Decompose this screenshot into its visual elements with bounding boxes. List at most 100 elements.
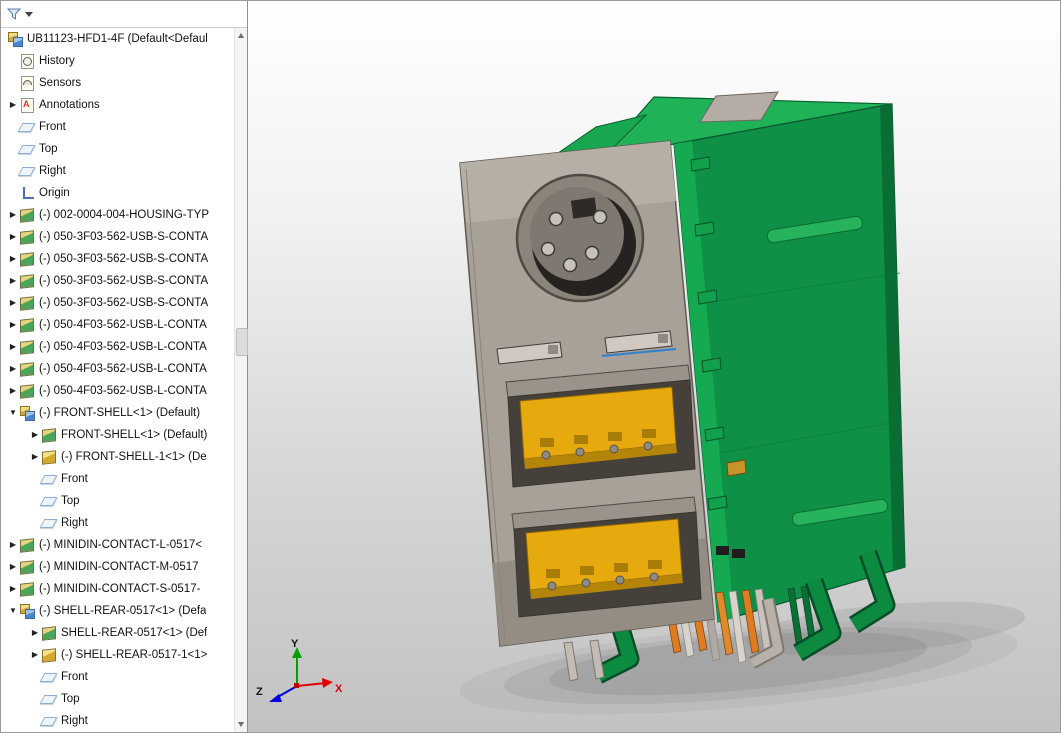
gold-contact-tab [726,459,747,477]
tree-item-shell-rear[interactable]: (-) SHELL-REAR-0517<1> (Defa [1,600,247,622]
tree-item-usb-contact[interactable]: (-) 050-3F03-562-USB-S-CONTA [1,226,247,248]
tree-item-minidin-contact[interactable]: (-) MINIDIN-CONTACT-S-0517- [1,578,247,600]
tree-item-origin[interactable]: Origin [1,182,247,204]
tree-item-label: (-) MINIDIN-CONTACT-L-0517< [39,539,203,551]
tree-item-sensors[interactable]: Sensors [1,72,247,94]
tree-item-usb-contact[interactable]: (-) 050-4F03-562-USB-L-CONTA [1,336,247,358]
tree-item-label: Right [39,165,66,177]
feature-manager-panel: UB11123-HFD1-4F (Default<Defaul History … [1,1,248,732]
expand-arrow[interactable] [29,644,41,666]
tree-item-right-plane[interactable]: Right [1,512,247,534]
model-3d[interactable]: Y X Z [248,1,1061,733]
expand-arrow[interactable] [7,270,19,292]
solidworks-window: UB11123-HFD1-4F (Default<Defaul History … [0,0,1061,733]
tree-item-usb-contact[interactable]: (-) 050-4F03-562-USB-L-CONTA [1,380,247,402]
tree-item-label: Top [61,693,80,705]
tree-item-label: Front [61,473,88,485]
filter-funnel-icon[interactable] [6,6,22,22]
subassembly-icon [41,449,58,465]
scroll-up-button[interactable] [235,29,248,42]
expand-arrow[interactable] [7,314,19,336]
part-icon [41,427,58,443]
tree-item-label: Right [61,715,88,727]
part-icon [19,317,36,333]
tree-item-top-plane[interactable]: Top [1,138,247,160]
scroll-down-button[interactable] [235,718,248,731]
expand-arrow[interactable] [7,226,19,248]
tree-item-label: History [39,55,75,67]
tree-item-front-plane[interactable]: Front [1,666,247,688]
expand-arrow[interactable] [7,248,19,270]
expand-arrow[interactable] [7,336,19,358]
part-icon [19,273,36,289]
expand-arrow[interactable] [29,424,41,446]
tree-root-label: UB11123-HFD1-4F (Default<Defaul [27,33,208,45]
tree-item-housing[interactable]: (-) 002-0004-004-HOUSING-TYP [1,204,247,226]
plane-icon [41,713,58,729]
feature-tree: UB11123-HFD1-4F (Default<Defaul History … [1,28,247,732]
tree-item-usb-contact[interactable]: (-) 050-3F03-562-USB-S-CONTA [1,248,247,270]
minidin-port[interactable] [515,173,645,303]
expand-arrow[interactable] [29,622,41,644]
expand-arrow[interactable] [29,446,41,468]
tree-item-front-plane[interactable]: Front [1,116,247,138]
tree-item-shell-rear-part[interactable]: SHELL-REAR-0517<1> (Def [1,622,247,644]
tree-item-label: (-) 050-4F03-562-USB-L-CONTA [39,341,207,353]
part-icon [19,251,36,267]
plane-icon [41,691,58,707]
tree-item-right-plane[interactable]: Right [1,160,247,182]
tree-item-label: (-) MINIDIN-CONTACT-M-0517 [39,561,199,573]
part-icon [19,537,36,553]
tree-item-usb-contact[interactable]: (-) 050-3F03-562-USB-S-CONTA [1,292,247,314]
origin-icon [19,185,36,201]
tree-item-label: (-) 050-4F03-562-USB-L-CONTA [39,385,207,397]
part-icon [19,559,36,575]
tree-item-right-plane[interactable]: Right [1,710,247,732]
tree-item-usb-contact[interactable]: (-) 050-4F03-562-USB-L-CONTA [1,314,247,336]
subassembly-icon [41,647,58,663]
tree-item-usb-contact[interactable]: (-) 050-3F03-562-USB-S-CONTA [1,270,247,292]
tree-item-label: Origin [39,187,70,199]
tree-item-front-plane[interactable]: Front [1,468,247,490]
tree-item-label: (-) FRONT-SHELL<1> (Default) [39,407,201,419]
tree-item-label: (-) 050-4F03-562-USB-L-CONTA [39,319,207,331]
usb-port-upper[interactable] [505,364,696,488]
tree-item-front-shell-part[interactable]: FRONT-SHELL<1> (Default) [1,424,247,446]
tree-item-annotations[interactable]: Annotations [1,94,247,116]
tree-item-front-shell[interactable]: (-) FRONT-SHELL<1> (Default) [1,402,247,424]
tree-item-label: Top [39,143,58,155]
tree-item-shell-rear-sub[interactable]: (-) SHELL-REAR-0517-1<1> [1,644,247,666]
expand-arrow[interactable] [7,556,19,578]
expand-arrow[interactable] [7,380,19,402]
expand-arrow[interactable] [7,534,19,556]
tree-item-top-plane[interactable]: Top [1,490,247,512]
expand-arrow[interactable] [7,292,19,314]
graphics-area[interactable]: Y X Z [248,1,1061,733]
part-icon [19,229,36,245]
usb-port-lower[interactable] [511,496,702,618]
expand-arrow[interactable] [7,578,19,600]
tree-item-label: (-) 050-3F03-562-USB-S-CONTA [39,231,209,243]
tree-item-label: (-) SHELL-REAR-0517<1> (Defa [39,605,207,617]
tree-item-front-shell-sub[interactable]: (-) FRONT-SHELL-1<1> (De [1,446,247,468]
tree-item-top-plane[interactable]: Top [1,688,247,710]
tree-item-label: (-) 050-4F03-562-USB-L-CONTA [39,363,207,375]
tree-item-label: Right [61,517,88,529]
expand-arrow[interactable] [7,600,19,622]
tree-item-minidin-contact[interactable]: (-) MINIDIN-CONTACT-M-0517 [1,556,247,578]
expand-arrow[interactable] [7,94,19,116]
tree-item-minidin-contact[interactable]: (-) MINIDIN-CONTACT-L-0517< [1,534,247,556]
expand-arrow[interactable] [7,358,19,380]
tree-item-history[interactable]: History [1,50,247,72]
plane-icon [19,163,36,179]
tree-root-item[interactable]: UB11123-HFD1-4F (Default<Defaul [1,28,247,50]
expand-arrow[interactable] [7,402,19,424]
scrollbar-thumb[interactable] [236,328,248,356]
tree-scrollbar[interactable] [234,28,248,732]
filter-dropdown-caret[interactable] [25,11,33,17]
tree-item-usb-contact[interactable]: (-) 050-4F03-562-USB-L-CONTA [1,358,247,380]
tree-item-label: Front [39,121,66,133]
tree-item-label: SHELL-REAR-0517<1> (Def [61,627,208,639]
tree-item-label: (-) 050-3F03-562-USB-S-CONTA [39,253,209,265]
expand-arrow[interactable] [7,204,19,226]
